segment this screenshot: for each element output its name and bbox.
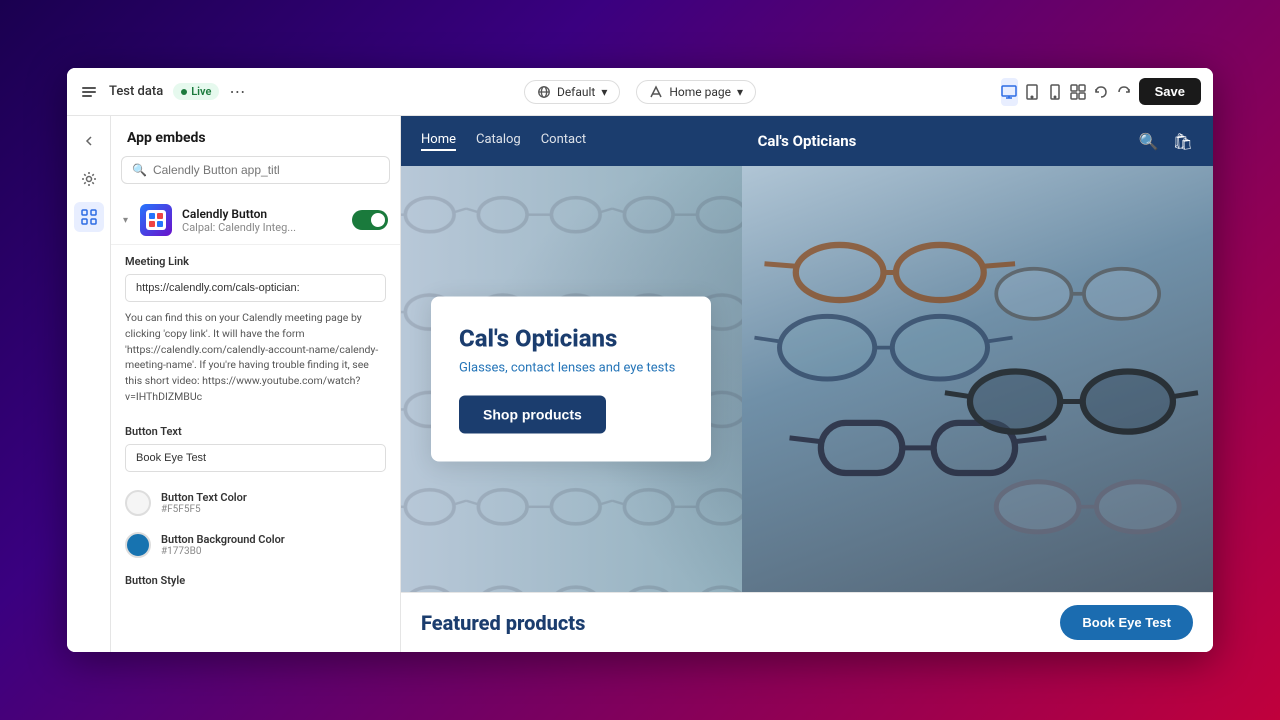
panel-title: App embeds xyxy=(111,116,400,156)
button-text-label: Button Text xyxy=(125,425,386,438)
bg-color-label: Button Background Color xyxy=(161,533,285,546)
search-box[interactable]: 🔍 xyxy=(121,156,390,184)
site-nav-icons: 🔍 🛍 xyxy=(936,132,1193,151)
book-eye-test-button[interactable]: Book Eye Test xyxy=(1060,605,1193,640)
chevron-down-icon-2: ▾ xyxy=(737,85,743,99)
site-brand-title: Cal's Opticians xyxy=(678,132,935,150)
nav-link-contact[interactable]: Contact xyxy=(541,132,586,151)
bg-color-hex: #1773B0 xyxy=(161,546,285,557)
test-data-label: Test data xyxy=(109,84,163,99)
icon-sidebar xyxy=(67,116,111,652)
site-nav: Home Catalog Contact Cal's Opticians 🔍 🛍 xyxy=(401,116,1213,166)
top-bar-right: Save xyxy=(1001,78,1201,106)
nav-link-home[interactable]: Home xyxy=(421,132,456,151)
top-bar: Test data Live ⋯ Default ▾ xyxy=(67,68,1213,116)
zoom-icon[interactable] xyxy=(1070,78,1087,106)
chevron-icon[interactable]: ▾ xyxy=(123,215,128,226)
app-info: Calendly Button Calpal: Calendly Integ..… xyxy=(182,207,342,234)
top-bar-left: Test data Live ⋯ xyxy=(79,82,279,102)
browser-window: Test data Live ⋯ Default ▾ xyxy=(67,68,1213,652)
page-picker[interactable]: Home page ▾ xyxy=(636,80,756,104)
tablet-view-icon[interactable] xyxy=(1024,78,1041,106)
hero-title: Cal's Opticians xyxy=(459,325,679,353)
site-cart-icon[interactable]: 🛍 xyxy=(1173,132,1193,151)
meeting-link-input[interactable] xyxy=(125,274,386,302)
sidebar-item-back[interactable] xyxy=(74,126,104,156)
search-input[interactable] xyxy=(153,163,379,177)
app-name: Calendly Button xyxy=(182,207,342,221)
search-icon: 🔍 xyxy=(132,163,147,177)
desktop-view-icon[interactable] xyxy=(1001,78,1018,106)
site-search-icon[interactable]: 🔍 xyxy=(1139,132,1159,151)
button-bg-color-row: Button Background Color #1773B0 xyxy=(111,524,400,566)
website-preview: Home Catalog Contact Cal's Opticians 🔍 🛍 xyxy=(401,116,1213,652)
chevron-down-icon: ▾ xyxy=(601,85,607,99)
hero-subtitle: Glasses, contact lenses and eye tests xyxy=(459,361,679,376)
main-area: App embeds 🔍 ▾ Calendly Button Calpal: C… xyxy=(67,116,1213,652)
default-label: Default xyxy=(557,85,595,99)
featured-products-title: Featured products xyxy=(421,611,1060,635)
live-badge: Live xyxy=(173,83,219,100)
app-subtitle: Calpal: Calendly Integ... xyxy=(182,221,342,234)
settings-panel: App embeds 🔍 ▾ Calendly Button Calpal: C… xyxy=(111,116,401,652)
nav-link-catalog[interactable]: Catalog xyxy=(476,132,521,151)
app-icon xyxy=(140,204,172,236)
live-dot xyxy=(181,89,187,95)
bg-color-swatch[interactable] xyxy=(125,532,151,558)
save-button[interactable]: Save xyxy=(1139,78,1201,105)
language-picker[interactable]: Default ▾ xyxy=(524,80,620,104)
text-color-hex: #F5F5F5 xyxy=(161,504,247,515)
button-text-input[interactable] xyxy=(125,444,386,472)
mobile-view-icon[interactable] xyxy=(1047,78,1064,106)
sidebar-item-apps[interactable] xyxy=(74,202,104,232)
meeting-link-help: You can find this on your Calendly meeti… xyxy=(125,310,386,405)
top-bar-center: Default ▾ Home page ▾ xyxy=(291,80,989,104)
redo-icon[interactable] xyxy=(1116,78,1133,106)
undo-icon[interactable] xyxy=(1093,78,1110,106)
sidebar-item-settings[interactable] xyxy=(74,164,104,194)
app-embed-item: ▾ Calendly Button Calpal: Calendly Integ… xyxy=(111,196,400,245)
text-color-swatch[interactable] xyxy=(125,490,151,516)
button-text-group: Button Text xyxy=(111,415,400,482)
hero-section: Cal's Opticians Glasses, contact lenses … xyxy=(401,166,1213,592)
homepage-label: Home page xyxy=(669,85,731,99)
meeting-link-group: Meeting Link You can find this on your C… xyxy=(111,245,400,415)
meeting-link-label: Meeting Link xyxy=(125,255,386,268)
back-icon[interactable] xyxy=(79,82,99,102)
text-color-label: Button Text Color xyxy=(161,491,247,504)
site-nav-links: Home Catalog Contact xyxy=(421,132,678,151)
more-options-icon[interactable]: ⋯ xyxy=(229,82,245,101)
preview-area: Home Catalog Contact Cal's Opticians 🔍 🛍 xyxy=(401,116,1213,652)
button-style-label: Button Style xyxy=(111,566,400,591)
featured-bar: Featured products Book Eye Test xyxy=(401,592,1213,652)
app-toggle[interactable] xyxy=(352,210,388,230)
hero-card: Cal's Opticians Glasses, contact lenses … xyxy=(431,297,711,462)
shop-products-button[interactable]: Shop products xyxy=(459,396,606,434)
button-text-color-row: Button Text Color #F5F5F5 xyxy=(111,482,400,524)
